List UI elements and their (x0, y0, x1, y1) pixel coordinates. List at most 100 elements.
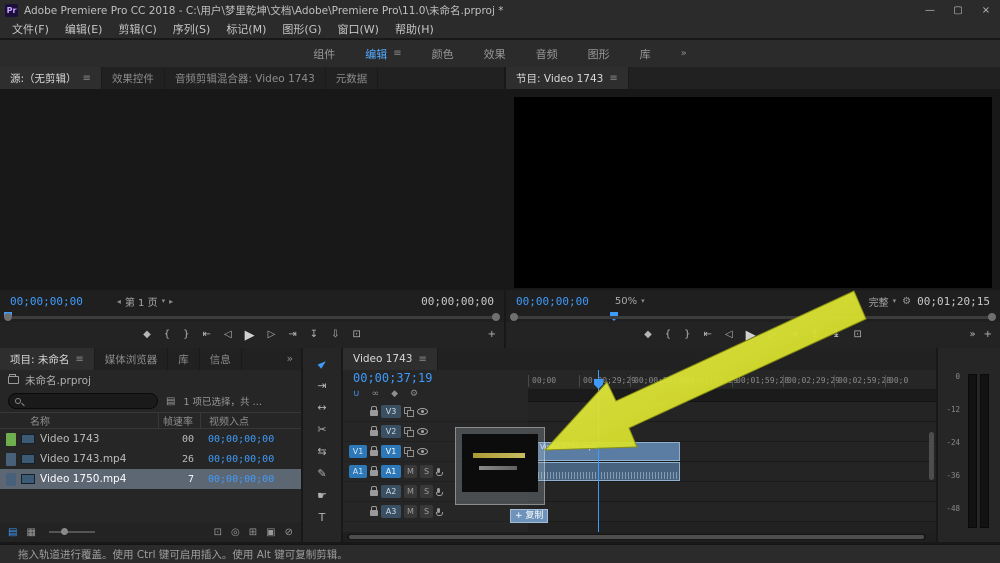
tab-source[interactable]: 源:（无剪辑） ≡ (0, 67, 102, 89)
source-current-timecode[interactable]: 00;00;00;00 (10, 295, 83, 308)
track-lock-icon[interactable] (370, 510, 378, 516)
sync-lock-icon[interactable] (404, 407, 414, 417)
clear-trash-icon[interactable]: ⊘ (285, 527, 293, 538)
program-zoom-handle-left[interactable] (510, 313, 518, 321)
export-frame-icon[interactable]: ⊡ (854, 330, 862, 340)
search-box[interactable] (8, 393, 158, 409)
program-zoom-track[interactable] (514, 316, 992, 319)
program-zoom-handle-right[interactable] (988, 313, 996, 321)
hand-tool[interactable]: ☛ (311, 488, 333, 502)
new-bin-icon[interactable]: ⊞ (249, 527, 257, 538)
project-row-video-1743[interactable]: Video 1743 00 00;00;00;00 (0, 429, 301, 449)
workspace-tab-libraries[interactable]: 库 (640, 46, 651, 62)
automate-to-sequence-icon[interactable]: ⊡ (214, 527, 222, 538)
source-patch-a3[interactable] (349, 505, 367, 518)
tab-metadata[interactable]: 元数据 (326, 67, 379, 89)
menu-markers[interactable]: 标记(M) (218, 21, 274, 37)
project-row-video-1743-mp4[interactable]: Video 1743.mp4 26 00;00;00;00 (0, 449, 301, 469)
mute-button[interactable]: M (404, 465, 417, 478)
track-lane-v3[interactable] (528, 402, 936, 422)
workspace-menu-icon[interactable]: ≡ (393, 48, 401, 59)
lift-icon[interactable]: ↥ (811, 330, 819, 340)
workspace-overflow-icon[interactable]: » (681, 48, 687, 59)
razor-tool[interactable]: ✂ (311, 422, 333, 436)
timeline-settings-icon[interactable]: ⚙ (410, 389, 418, 399)
project-tab-overflow-icon[interactable]: » (279, 348, 301, 370)
track-lock-icon[interactable] (370, 410, 378, 416)
mark-in-icon[interactable]: { (665, 330, 671, 340)
voiceover-record-icon[interactable] (436, 468, 441, 476)
track-target-v3[interactable]: V3 (381, 405, 401, 418)
column-name[interactable]: 名称 (0, 413, 158, 428)
selection-tool[interactable]: ► (311, 356, 333, 370)
zoom-slider-knob[interactable] (61, 528, 68, 535)
panel-menu-icon[interactable]: ≡ (418, 354, 426, 365)
tab-project[interactable]: 项目: 未命名 ≡ (0, 348, 95, 370)
program-quality-select[interactable]: 完整 ▾ (869, 294, 897, 309)
menu-sequence[interactable]: 序列(S) (165, 21, 219, 37)
thumbnail-zoom-slider[interactable] (49, 531, 95, 533)
insert-icon[interactable]: ↧ (310, 330, 318, 340)
maximize-button[interactable]: ▢ (944, 0, 972, 20)
track-lane-a3[interactable] (528, 502, 936, 522)
source-zoom-handle-right[interactable] (492, 313, 500, 321)
source-patch-v3[interactable] (349, 405, 367, 418)
timeline-ruler[interactable]: 00;00 00;00;29;29 00;00;59;28 00;01;29;2… (528, 370, 936, 390)
page-prev-icon[interactable]: ◂ (117, 297, 121, 306)
ripple-edit-tool[interactable]: ↔ (311, 400, 333, 414)
list-view-icon[interactable]: ▤ (8, 527, 17, 538)
add-marker-icon[interactable]: ◆ (143, 330, 151, 340)
voiceover-record-icon[interactable] (436, 508, 441, 516)
snap-icon[interactable]: ∪ (353, 389, 360, 399)
source-patch-a1[interactable]: A1 (349, 465, 367, 478)
slip-tool[interactable]: ⇆ (311, 444, 333, 458)
mark-out-icon[interactable]: } (684, 330, 690, 340)
linked-selection-icon[interactable]: ∞ (372, 389, 380, 399)
more-buttons-icon[interactable]: » (969, 330, 975, 340)
go-to-in-icon[interactable]: ⇤ (704, 330, 712, 340)
track-target-a3[interactable]: A3 (381, 505, 401, 518)
project-row-video-1750-mp4-selected[interactable]: Video 1750.mp4 7 00;00;00;00 (0, 469, 301, 489)
step-back-icon[interactable]: ◁ (224, 330, 232, 340)
panel-menu-icon[interactable]: ≡ (83, 73, 91, 84)
step-forward-icon[interactable]: ▷ (268, 330, 276, 340)
tab-libraries[interactable]: 库 (168, 348, 200, 370)
menu-help[interactable]: 帮助(H) (387, 21, 442, 37)
play-icon[interactable]: ▶ (245, 329, 255, 342)
track-lane-v2[interactable] (528, 422, 936, 442)
source-patch-v1[interactable]: V1 (349, 445, 367, 458)
track-output-eye-icon[interactable] (417, 428, 428, 435)
workspace-tab-effects[interactable]: 效果 (484, 46, 506, 62)
track-output-eye-icon[interactable] (417, 408, 428, 415)
page-next-icon[interactable]: ▸ (169, 297, 173, 306)
go-to-out-icon[interactable]: ⇥ (288, 330, 296, 340)
solo-button[interactable]: S (420, 465, 433, 478)
track-lock-icon[interactable] (370, 450, 378, 456)
sync-lock-icon[interactable] (404, 427, 414, 437)
tab-info[interactable]: 信息 (200, 348, 242, 370)
track-lane-a2[interactable] (528, 482, 936, 502)
source-patch-v2[interactable] (349, 425, 367, 438)
track-target-a2[interactable]: A2 (381, 485, 401, 498)
column-video-in[interactable]: 视频入点 (200, 413, 301, 428)
solo-button[interactable]: S (420, 505, 433, 518)
voiceover-record-icon[interactable] (436, 488, 441, 496)
track-lock-icon[interactable] (370, 490, 378, 496)
mark-out-icon[interactable]: } (183, 330, 189, 340)
minimize-button[interactable]: — (916, 0, 944, 20)
track-target-v1[interactable]: V1 (381, 445, 401, 458)
program-settings-icon[interactable]: ⚙ (902, 296, 911, 307)
tab-effect-controls[interactable]: 效果控件 (102, 67, 165, 89)
workspace-tab-audio[interactable]: 音频 (536, 46, 558, 62)
sync-lock-icon[interactable] (404, 447, 414, 457)
mark-in-icon[interactable]: { (164, 330, 170, 340)
menu-file[interactable]: 文件(F) (4, 21, 57, 37)
find-icon[interactable]: ◎ (231, 527, 240, 538)
tab-program[interactable]: 节目: Video 1743 ≡ (506, 67, 629, 89)
type-tool[interactable]: T (311, 510, 333, 524)
tab-media-browser[interactable]: 媒体浏览器 (95, 348, 169, 370)
workspace-tab-assembly[interactable]: 组件 (313, 46, 335, 62)
menu-clip[interactable]: 剪辑(C) (110, 21, 164, 37)
project-file-row[interactable]: 未命名.prproj (0, 370, 301, 390)
column-frame-rate[interactable]: 帧速率 (158, 413, 200, 428)
